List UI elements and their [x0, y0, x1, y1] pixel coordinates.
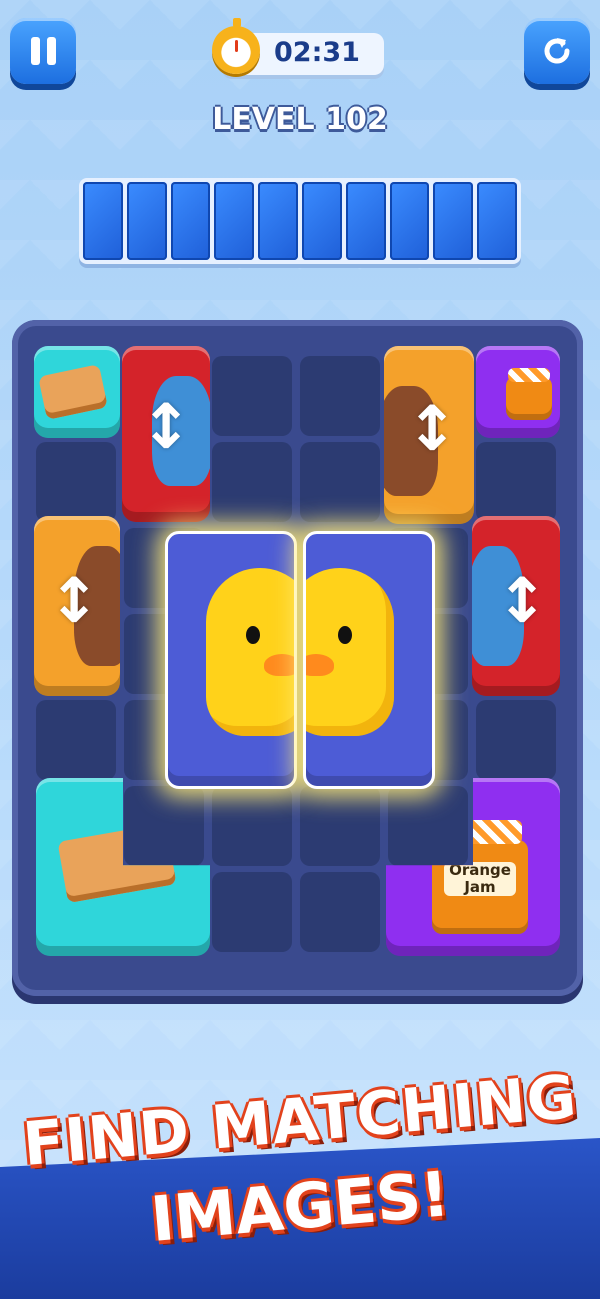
empty-cell	[36, 700, 116, 780]
duck-beak	[306, 654, 334, 676]
duck-beak	[264, 654, 294, 676]
empty-cell	[212, 442, 292, 522]
tray-slot	[83, 182, 123, 260]
restart-icon	[544, 38, 570, 64]
orange-jam-icon	[506, 376, 552, 420]
duck-icon	[206, 568, 294, 736]
empty-cell	[212, 356, 292, 436]
tile-jam-small[interactable]	[476, 346, 560, 438]
level-title: LEVEL 102	[212, 102, 388, 137]
tray-slot	[170, 182, 211, 260]
vertical-arrow-icon: ↕	[140, 390, 192, 463]
tile-duck-right-half[interactable]	[303, 531, 435, 789]
jam-lid	[508, 368, 550, 382]
duck-eye	[246, 626, 260, 644]
tray-slot	[301, 182, 342, 260]
tray-slot	[126, 182, 167, 260]
cookie-sandwich-icon	[38, 364, 108, 420]
empty-cell	[36, 442, 116, 522]
empty-cell	[300, 442, 380, 522]
tile-cookie-small[interactable]	[34, 346, 120, 438]
stopwatch-icon	[212, 18, 260, 74]
tray-slot	[389, 182, 430, 260]
restart-button[interactable]	[524, 18, 590, 84]
tray-slot	[258, 182, 298, 260]
empty-cell	[124, 786, 204, 866]
vertical-arrow-icon: ↕	[406, 392, 458, 465]
vertical-arrow-icon: ↕	[48, 564, 100, 637]
collection-tray	[79, 178, 521, 264]
duck-eye	[338, 626, 352, 644]
tile-duck-left-half[interactable]	[165, 531, 297, 789]
duck-icon	[306, 568, 394, 736]
tile-turkey-vertical[interactable]: ↕	[384, 346, 474, 524]
empty-cell	[388, 786, 468, 866]
vertical-arrow-icon: ↕	[496, 564, 548, 637]
puzzle-board: ↕ ↕ ↕ ↕ Orange Jam	[12, 320, 583, 996]
pause-button[interactable]	[10, 18, 76, 84]
empty-cell	[212, 786, 292, 866]
tray-slot	[477, 182, 517, 260]
tile-turkey-vertical-left[interactable]: ↕	[34, 516, 120, 696]
empty-cell	[300, 786, 380, 866]
jam-label: Orange Jam	[444, 862, 516, 896]
tile-shark-vertical[interactable]: ↕	[122, 346, 210, 522]
empty-cell	[300, 872, 380, 952]
empty-cell	[476, 442, 556, 522]
empty-cell	[212, 872, 292, 952]
pause-icon	[30, 37, 56, 65]
tray-slot	[345, 182, 386, 260]
tray-slot	[433, 182, 474, 260]
timer-text: 02:31	[274, 37, 360, 68]
tray-slot	[214, 182, 255, 260]
empty-cell	[476, 700, 556, 780]
empty-cell	[300, 356, 380, 436]
tile-shark-vertical-right[interactable]: ↕	[472, 516, 560, 696]
